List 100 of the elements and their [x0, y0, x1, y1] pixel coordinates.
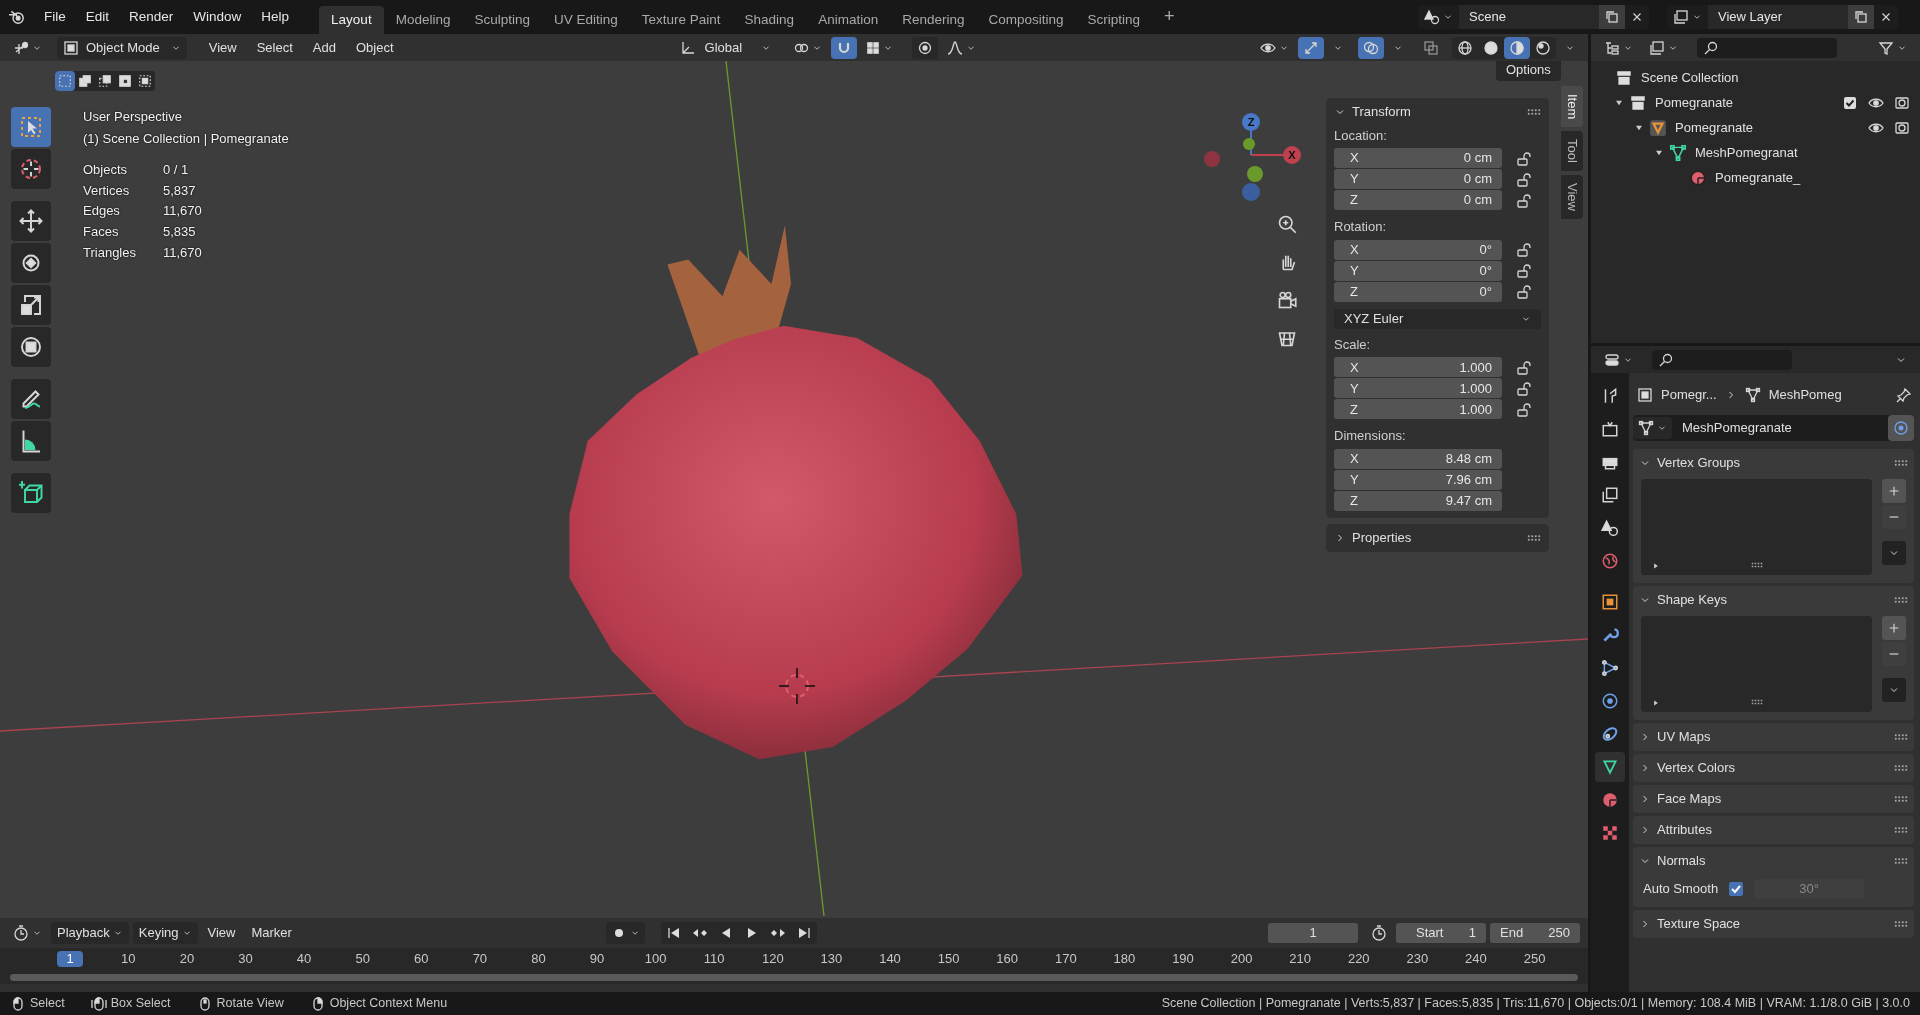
field-value: 250	[1548, 925, 1570, 941]
workspace-tab[interactable]: Layout	[319, 5, 384, 34]
field-value: 9.47 cm	[1445, 493, 1492, 509]
panel-header[interactable]: Transform	[1334, 104, 1411, 120]
frame-number: 230	[1405, 951, 1430, 967]
number-field[interactable]: Z 1.000	[1334, 399, 1502, 420]
workspace-tab[interactable]: Compositing	[976, 5, 1076, 34]
frame-number: 60	[413, 951, 430, 967]
panel-header[interactable]: Face Maps	[1639, 791, 1722, 807]
view-layer-field[interactable]: View Layer	[1708, 5, 1848, 29]
frame-number: 150	[936, 951, 961, 967]
number-field[interactable]: Z 9.47 cm	[1334, 490, 1502, 511]
number-field[interactable]: Y 7.96 cm	[1334, 469, 1502, 490]
panel-header[interactable]: Shape Keys	[1639, 592, 1728, 608]
frame-number: 30	[237, 951, 254, 967]
panel-header[interactable]: Attributes	[1639, 822, 1712, 838]
axis-label: Z	[1350, 192, 1358, 208]
frame-number: 180	[1112, 951, 1137, 967]
frame-number: 10	[120, 951, 137, 967]
stat-value: 11,670	[163, 244, 203, 261]
menu-item[interactable]: View	[201, 922, 242, 944]
group-label: Dimensions:	[1334, 428, 1407, 444]
menu-item[interactable]: Render	[121, 5, 182, 29]
number-field[interactable]: Y 0 cm	[1334, 169, 1502, 190]
menu-item[interactable]: Marker	[245, 922, 298, 944]
frame-number: 160	[995, 951, 1020, 967]
field-value: 0°	[1479, 242, 1492, 258]
menu-item[interactable]: File	[36, 5, 74, 29]
menu-item[interactable]: Select	[248, 37, 301, 58]
tree-item[interactable]: Scene Collection	[1641, 69, 1739, 86]
field-value: 0°	[1479, 263, 1492, 279]
status-stats: Scene Collection | Pomegranate | Verts:5,837 | Faces:5,835 | Tris:11,670 | Objects:0/1 | Memory: 108.4 MiB | VRAM: 1.1/8.0 GiB | 3.0.0	[1161, 996, 1910, 1011]
menu-item[interactable]: Object	[347, 37, 402, 58]
number-field[interactable]: X 0 cm	[1334, 148, 1502, 169]
shortcut-hint: Object Context Menu	[329, 996, 448, 1011]
number-field[interactable]: X 0°	[1334, 239, 1502, 260]
menu-item[interactable]: Keying	[132, 922, 198, 944]
number-field[interactable]: Z 0 cm	[1334, 190, 1502, 211]
tree-item[interactable]: Pomegranate	[1675, 119, 1754, 136]
sidebar-tab[interactable]: View	[1561, 175, 1583, 220]
workspace-tab[interactable]: UV Editing	[542, 5, 630, 34]
workspace-tab[interactable]: Animation	[806, 5, 891, 34]
frame-number: 190	[1171, 951, 1195, 967]
shortcut-hint: Box Select	[110, 996, 171, 1011]
tree-item[interactable]: Pomegranate_	[1715, 169, 1801, 186]
panel-header[interactable]: UV Maps	[1639, 729, 1711, 745]
field-value: 7.96 cm	[1445, 472, 1492, 488]
rotation-mode-dropdown[interactable]: XYZ Euler	[1334, 308, 1541, 329]
end-frame-field[interactable]: End 250	[1490, 923, 1580, 943]
axis-label: Z	[1350, 284, 1358, 300]
menu-item[interactable]: Add	[304, 37, 344, 58]
panel-header[interactable]: Normals	[1639, 853, 1706, 869]
number-field[interactable]: Z 0°	[1334, 281, 1502, 302]
group-label: Rotation:	[1334, 219, 1388, 235]
menu-item[interactable]: Edit	[77, 5, 118, 29]
axis-handle[interactable]: Z	[1242, 113, 1260, 131]
number-field[interactable]: Y 1.000	[1334, 378, 1502, 399]
axis-handle[interactable]: X	[1283, 146, 1301, 164]
workspace-tab[interactable]: Scripting	[1075, 5, 1153, 34]
number-field[interactable]: X 8.48 cm	[1334, 448, 1502, 469]
menu-item[interactable]: View	[200, 37, 245, 58]
workspace-tab[interactable]: Rendering	[890, 5, 977, 34]
field-value: 0°	[1479, 284, 1492, 300]
workspace-tab[interactable]: Texture Paint	[629, 5, 733, 34]
panel-header[interactable]: Texture Space	[1639, 916, 1741, 932]
tree-item[interactable]: MeshPomegranat	[1695, 144, 1798, 161]
scene-field[interactable]: Scene	[1459, 5, 1599, 29]
field-label: Start	[1416, 925, 1444, 941]
field-label: Auto Smooth	[1643, 881, 1719, 897]
field-value: 1.000	[1459, 401, 1492, 418]
axis-label: X	[1350, 242, 1359, 258]
sidebar-tab[interactable]: Item	[1561, 86, 1583, 128]
menu-item[interactable]: Help	[253, 5, 298, 29]
frame-field[interactable]: 1	[1268, 923, 1358, 943]
panel-header[interactable]: Vertex Groups	[1639, 455, 1741, 471]
mode-dropdown[interactable]: Object Mode	[57, 36, 187, 59]
frame-number: 110	[702, 951, 726, 967]
breadcrumb-item: Pomegr...	[1661, 387, 1717, 403]
frame-number: 80	[530, 951, 547, 967]
frame-number: 90	[588, 951, 606, 967]
field-value: 8.48 cm	[1445, 451, 1492, 467]
frame-number: 170	[1053, 951, 1078, 967]
number-field[interactable]: X 1.000	[1334, 357, 1502, 378]
menu-item[interactable]: Window	[185, 5, 250, 29]
workspace-tab[interactable]: Sculpting	[462, 5, 542, 34]
frame-number: 200	[1229, 951, 1254, 967]
options-button[interactable]: Options	[1496, 61, 1561, 81]
add-workspace-button[interactable]: +	[1156, 3, 1183, 31]
field-value: 1.000	[1459, 359, 1492, 376]
start-frame-field[interactable]: Start 1	[1396, 923, 1486, 943]
number-field[interactable]: Y 0°	[1334, 260, 1502, 281]
workspace-tab[interactable]: Shading	[732, 5, 807, 34]
orientation-dropdown[interactable]: Global	[674, 36, 777, 59]
sidebar-tab[interactable]: Tool	[1561, 131, 1583, 172]
panel-header[interactable]: Vertex Colors	[1639, 760, 1736, 776]
tree-item[interactable]: Pomegranate	[1655, 94, 1734, 111]
menu-item[interactable]: Playback	[51, 922, 129, 944]
workspace-tab[interactable]: Modeling	[383, 5, 463, 34]
field-value: 0 cm	[1463, 192, 1492, 208]
frame-number: 40	[295, 951, 313, 967]
